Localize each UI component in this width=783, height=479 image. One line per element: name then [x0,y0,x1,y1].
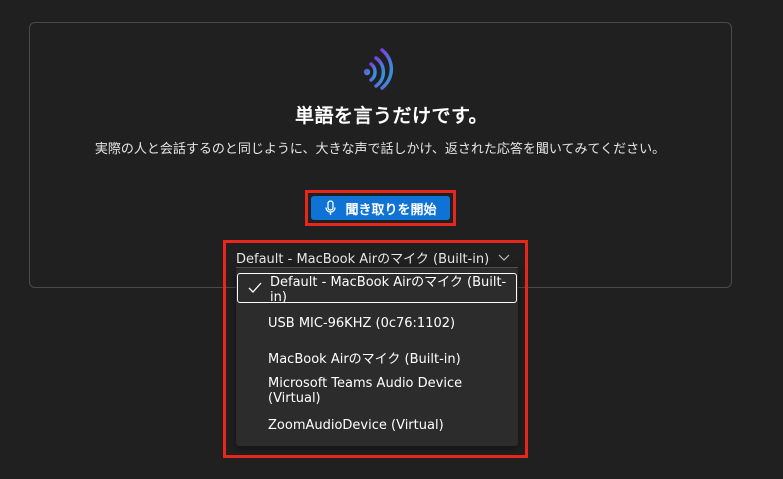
dropdown-option-label: USB MIC-96KHZ (0c76:1102) [268,315,456,331]
voice-waves-icon [363,48,394,90]
dropdown-option-label: ZoomAudioDevice (Virtual) [268,417,444,433]
page-title: 単語を言うだけです。 [294,105,489,127]
microphone-select-highlight: Default - MacBook Airのマイク (Built-in) Def… [223,240,528,458]
instruction-text: 実際の人と会話するのと同じように、大きな声で話しかけ、返された応答を聞いてみてく… [94,142,666,157]
page: 単語を言うだけです。 実際の人と会話するのと同じように、大きな声で話しかけ、返さ… [0,0,783,479]
start-button-highlight: 聞き取りを開始 [305,190,456,226]
checkmark-icon [248,282,262,293]
dropdown-option[interactable]: MacBook Airのマイク (Built-in) [236,342,518,372]
dropdown-option-label: Microsoft Teams Audio Device (Virtual) [268,376,463,406]
dropdown-option[interactable]: ZoomAudioDevice (Virtual) [236,410,518,440]
microphone-dropdown: Default - MacBook Airのマイク (Built-in) USB… [236,268,518,446]
dropdown-option[interactable]: USB MIC-96KHZ (0c76:1102) [236,308,518,338]
dropdown-option-label: Default - MacBook Airのマイク (Built-in) [270,275,507,305]
dropdown-option-label: MacBook Airのマイク (Built-in) [268,351,461,367]
dropdown-option[interactable]: Default - MacBook Airのマイク (Built-in) [237,273,517,305]
microphone-select-value: Default - MacBook Airのマイク (Built-in) [236,251,490,267]
microphone-icon [325,200,337,215]
start-listening-label: 聞き取りを開始 [345,202,437,218]
chevron-down-icon [498,254,510,261]
dropdown-option[interactable]: Microsoft Teams Audio Device (Virtual) [236,376,518,406]
start-listening-button[interactable]: 聞き取りを開始 [311,196,450,220]
microphone-select[interactable]: Default - MacBook Airのマイク (Built-in) [236,247,518,268]
